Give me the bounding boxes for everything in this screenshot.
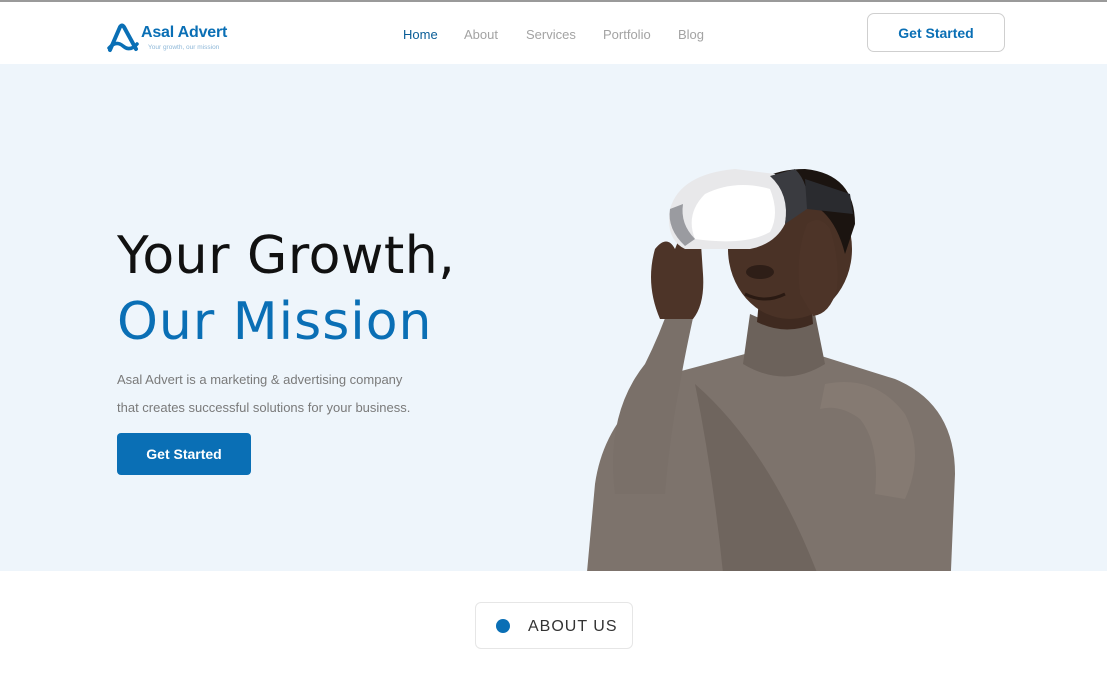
nav-portfolio-link[interactable]: Portfolio [603, 27, 651, 42]
hero-title-line1: Your Growth, [117, 226, 456, 286]
hero-title-line2: Our Mission [117, 292, 433, 352]
hero-get-started-button[interactable]: Get Started [117, 433, 251, 475]
hero-vr-man-image [587, 169, 955, 571]
about-us-badge[interactable]: ABOUT US [475, 602, 633, 649]
logo-mark-icon [107, 23, 139, 52]
brand-logo[interactable]: Asal Advert Your growth, our mission [106, 20, 246, 56]
hero-description-line2: that creates successful solutions for yo… [117, 400, 411, 415]
nav-services-link[interactable]: Services [526, 27, 576, 42]
header-get-started-button[interactable]: Get Started [867, 13, 1005, 52]
hero-section: Your Growth, Our Mission Asal Advert is … [0, 64, 1107, 571]
brand-tagline: Your growth, our mission [148, 44, 220, 51]
nav-about-link[interactable]: About [464, 27, 498, 42]
about-us-label: ABOUT US [528, 618, 618, 635]
nav-home-link[interactable]: Home [403, 27, 438, 42]
nav-blog-link[interactable]: Blog [678, 27, 704, 42]
hero-description-line1: Asal Advert is a marketing & advertising… [117, 372, 403, 387]
site-header: Asal Advert Your growth, our mission Hom… [0, 2, 1107, 64]
brand-name: Asal Advert [141, 24, 228, 41]
about-dot-icon [496, 619, 510, 633]
